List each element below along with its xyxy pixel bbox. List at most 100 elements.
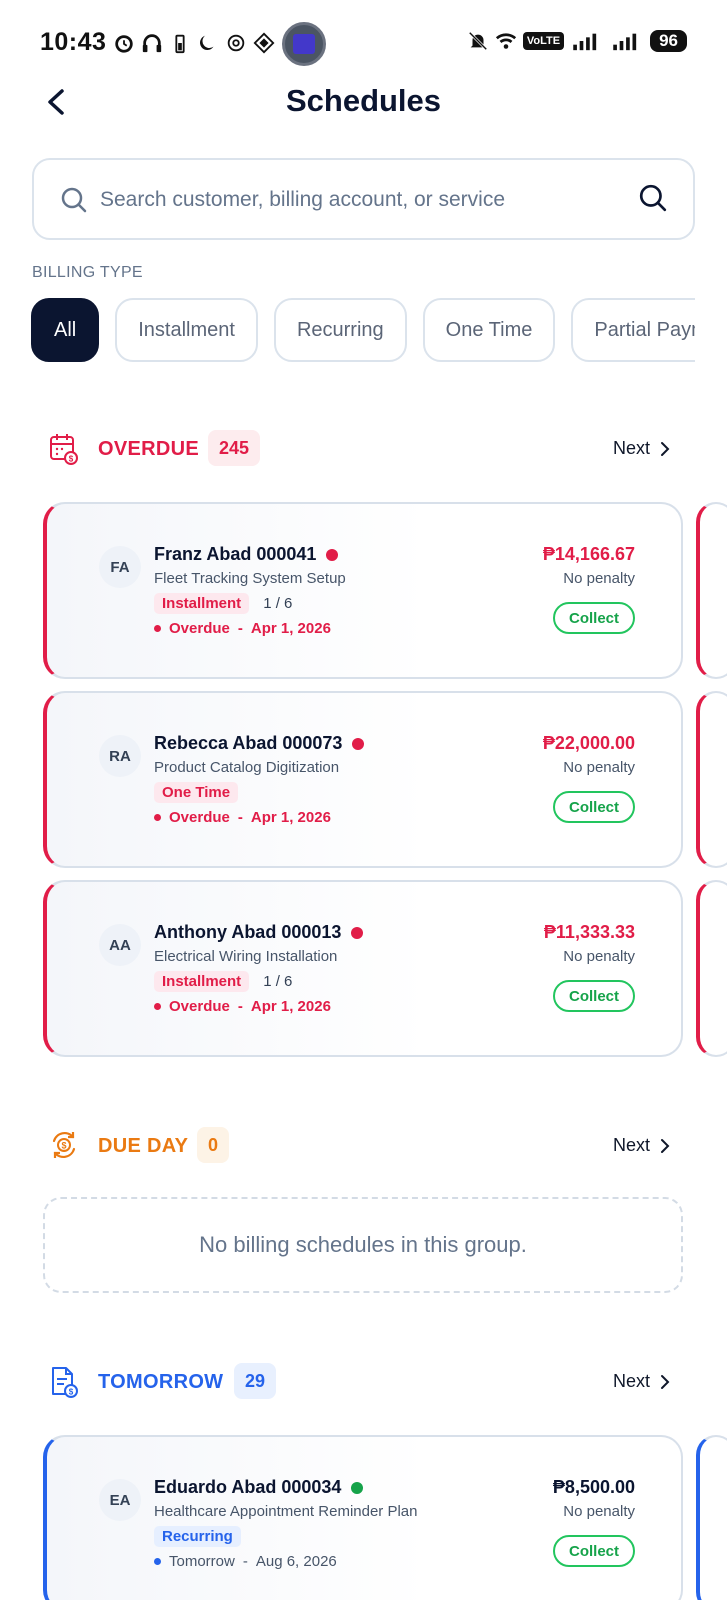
chip-partial-payment[interactable]: Partial Payment xyxy=(571,298,695,362)
service-name: Electrical Wiring Installation xyxy=(154,948,338,965)
moon-icon xyxy=(200,35,214,51)
search-submit-icon[interactable] xyxy=(638,183,668,213)
installment-progress: 1 / 6 xyxy=(263,595,293,612)
battery-level: 96 xyxy=(650,30,687,52)
status-dot xyxy=(351,926,364,939)
document-money-icon: $ xyxy=(52,1367,78,1398)
status-label: Overdue xyxy=(169,809,230,826)
status-label: Overdue xyxy=(169,620,230,637)
collect-button[interactable]: Collect xyxy=(552,1535,635,1567)
status-bullet xyxy=(154,814,161,821)
collect-button[interactable]: Collect xyxy=(552,980,635,1012)
schedule-card[interactable]: FA Franz Abad 000041 Fleet Tracking Syst… xyxy=(43,502,683,679)
due-status: Overdue - Apr 1, 2026 xyxy=(154,809,331,826)
billing-info: Installment 1 / 6 xyxy=(154,593,292,614)
group-due-day-next-button[interactable]: Next xyxy=(613,1135,670,1156)
schedule-card[interactable]: RA Rebecca Abad 000073 Product Catalog D… xyxy=(43,691,683,868)
chip-recurring[interactable]: Recurring xyxy=(273,298,407,362)
search-bar xyxy=(32,158,695,240)
next-card-peek[interactable] xyxy=(696,691,727,868)
billing-type-tag: Installment xyxy=(154,971,250,992)
chevron-right-icon xyxy=(661,441,670,456)
wifi-icon xyxy=(495,33,516,49)
installment-progress: 1 / 6 xyxy=(263,973,293,990)
status-label: Tomorrow xyxy=(169,1553,235,1570)
group-overdue-title: OVERDUE xyxy=(98,438,200,460)
notification-icons xyxy=(113,32,275,54)
customer-name: Eduardo Abad 000034 xyxy=(154,1477,364,1498)
billing-type-tag: One Time xyxy=(154,782,239,803)
billing-type-chips: All Installment Recurring One Time Parti… xyxy=(31,298,695,364)
status-time: 10:43 xyxy=(40,28,107,56)
penalty-text: No penalty xyxy=(563,759,635,776)
customer-name-text: Eduardo Abad 000034 xyxy=(154,1477,342,1497)
page-title: Schedules xyxy=(285,83,442,118)
avatar: RA xyxy=(99,735,141,777)
status-dot xyxy=(352,737,365,750)
due-status: Tomorrow - Aug 6, 2026 xyxy=(154,1553,337,1570)
next-card-peek[interactable] xyxy=(696,1435,727,1600)
schedule-card[interactable]: EA Eduardo Abad 000034 Healthcare Appoin… xyxy=(43,1435,683,1600)
due-date: Apr 1, 2026 xyxy=(250,809,331,826)
avatar: FA xyxy=(99,546,141,588)
chevron-right-icon xyxy=(661,1138,670,1153)
volte-badge: VoLTE xyxy=(522,32,565,50)
group-tomorrow-header: $ TOMORROW 29 Next xyxy=(48,1363,678,1403)
svg-text:$: $ xyxy=(61,1141,66,1151)
openai-icon xyxy=(227,34,245,52)
amount-due: ₱8,500.00 xyxy=(552,1477,635,1497)
group-overdue-header: $ OVERDUE 245 Next xyxy=(48,430,678,470)
group-overdue-next-button[interactable]: Next xyxy=(613,438,670,459)
customer-name-text: Franz Abad 000041 xyxy=(154,544,317,564)
group-tomorrow-title: TOMORROW xyxy=(98,1371,224,1393)
mute-bell-icon xyxy=(468,31,488,51)
penalty-text: No penalty xyxy=(563,1503,635,1520)
next-label: Next xyxy=(612,1371,650,1391)
signal-1-icon xyxy=(573,33,597,51)
billing-type-label: BILLING TYPE xyxy=(32,264,143,281)
status-label: Overdue xyxy=(169,998,230,1015)
svg-text:$: $ xyxy=(69,1388,74,1397)
app-avatar-icon xyxy=(282,22,326,66)
due-date: Apr 1, 2026 xyxy=(250,998,331,1015)
empty-state: No billing schedules in this group. xyxy=(43,1197,683,1293)
service-name: Healthcare Appointment Reminder Plan xyxy=(154,1503,418,1520)
next-card-peek[interactable] xyxy=(696,502,727,679)
due-status: Overdue - Apr 1, 2026 xyxy=(154,620,331,637)
chevron-right-icon xyxy=(661,1374,670,1389)
status-dot xyxy=(326,548,339,561)
penalty-text: No penalty xyxy=(563,570,635,587)
group-tomorrow-next-button[interactable]: Next xyxy=(613,1371,670,1392)
cycle-money-icon: $ xyxy=(52,1132,76,1158)
amount-due: ₱14,166.67 xyxy=(542,544,635,564)
amount-due: ₱22,000.00 xyxy=(542,733,635,753)
status-bullet xyxy=(154,625,161,632)
penalty-text: No penalty xyxy=(563,948,635,965)
avatar: EA xyxy=(99,1479,141,1521)
customer-name-text: Rebecca Abad 000073 xyxy=(154,733,343,753)
svg-text:$: $ xyxy=(69,455,74,464)
collect-button[interactable]: Collect xyxy=(552,791,635,823)
customer-name: Rebecca Abad 000073 xyxy=(154,733,365,754)
schedule-card[interactable]: AA Anthony Abad 000013 Electrical Wiring… xyxy=(43,880,683,1057)
system-icons: VoLTE 96 xyxy=(467,30,687,52)
collect-button[interactable]: Collect xyxy=(552,602,635,634)
group-tomorrow-count: 29 xyxy=(234,1363,277,1399)
billing-info: Installment 1 / 6 xyxy=(154,971,292,992)
billing-info: One Time xyxy=(154,782,239,803)
service-name: Product Catalog Digitization xyxy=(154,759,340,776)
next-card-peek[interactable] xyxy=(696,880,727,1057)
billing-type-tag: Installment xyxy=(154,593,250,614)
chip-installment[interactable]: Installment xyxy=(115,298,258,362)
customer-name: Franz Abad 000041 xyxy=(154,544,339,565)
headphones-icon xyxy=(142,34,162,53)
group-due-day-count: 0 xyxy=(197,1127,230,1163)
search-icon xyxy=(61,187,87,213)
group-overdue-count: 245 xyxy=(208,430,261,466)
battery-small-icon xyxy=(175,34,185,54)
status-bullet xyxy=(154,1558,161,1565)
search-input[interactable] xyxy=(100,182,620,218)
chip-all[interactable]: All xyxy=(31,298,100,362)
due-date: Aug 6, 2026 xyxy=(255,1553,337,1570)
chip-one-time[interactable]: One Time xyxy=(422,298,556,362)
